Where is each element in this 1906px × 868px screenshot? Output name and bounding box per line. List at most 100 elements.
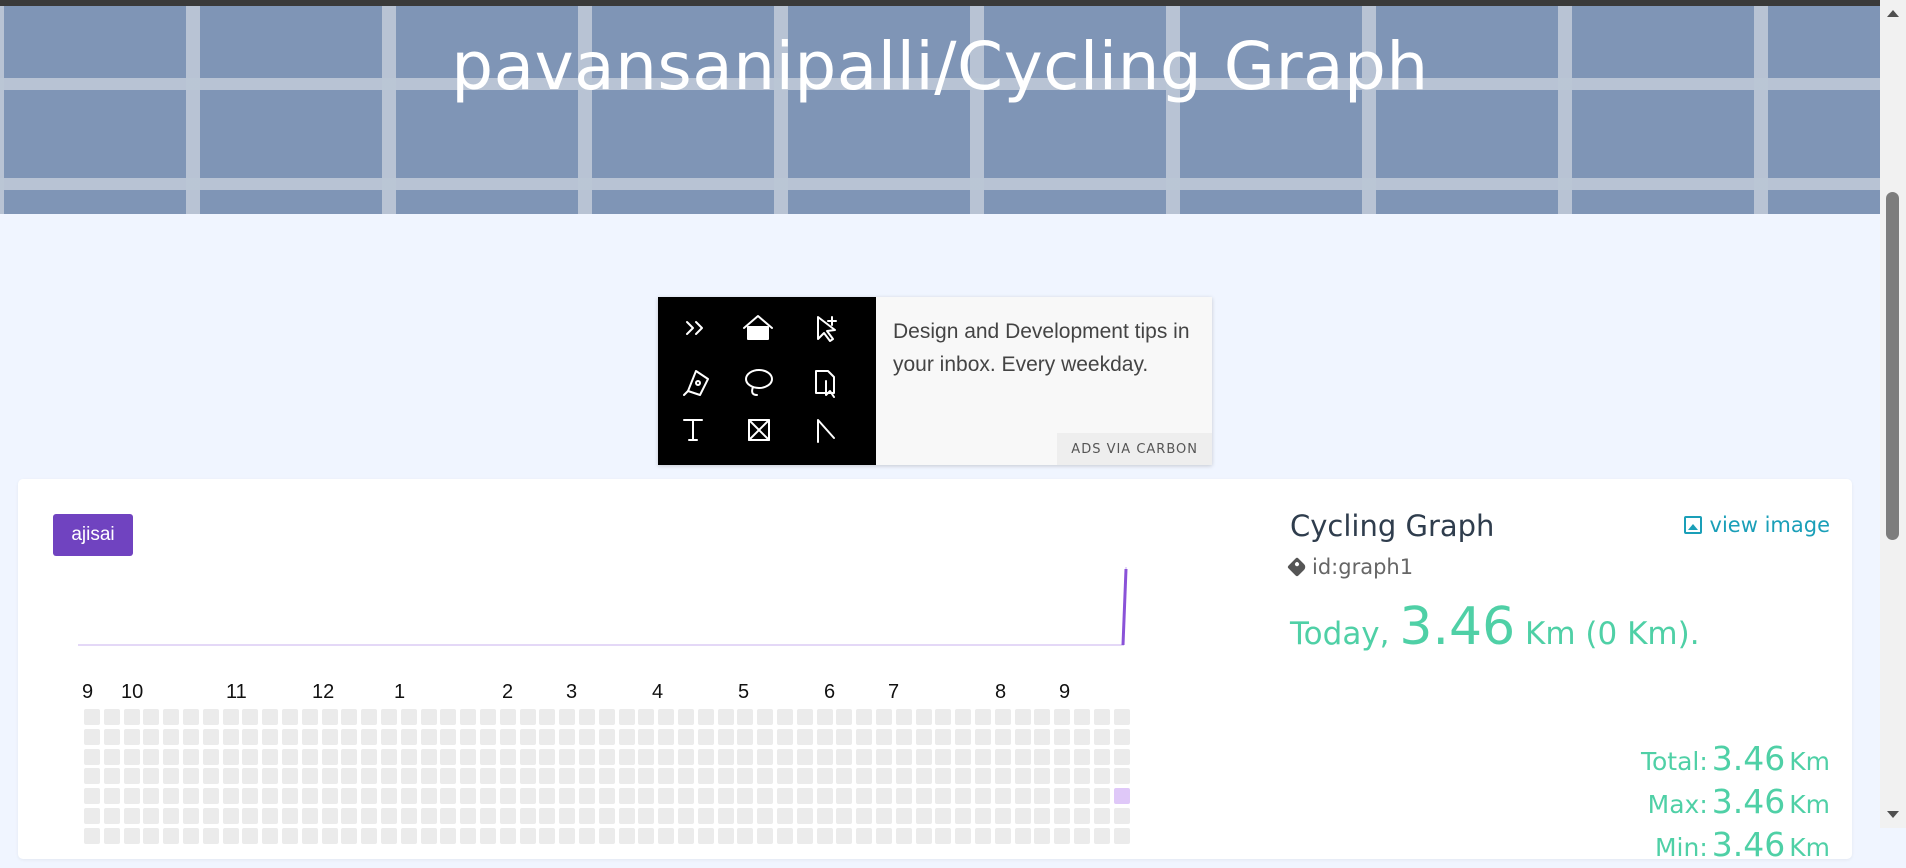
grid-cell[interactable] xyxy=(202,827,219,844)
grid-cell[interactable] xyxy=(460,768,477,785)
grid-cell[interactable] xyxy=(202,709,219,725)
grid-cell[interactable] xyxy=(757,768,774,785)
grid-cell[interactable] xyxy=(163,748,180,765)
grid-cell[interactable] xyxy=(717,808,734,824)
grid-cell[interactable] xyxy=(856,808,873,824)
grid-cell[interactable] xyxy=(638,808,655,824)
grid-cell[interactable] xyxy=(1093,808,1110,824)
grid-cell[interactable] xyxy=(618,808,635,824)
grid-cell[interactable] xyxy=(480,748,496,765)
grid-cell[interactable] xyxy=(816,808,833,824)
grid-cell[interactable] xyxy=(440,827,457,844)
grid-cell[interactable] xyxy=(202,788,219,805)
grid-cell[interactable] xyxy=(1074,827,1090,844)
grid-cell[interactable] xyxy=(559,808,576,824)
grid-cell[interactable] xyxy=(143,827,160,844)
grid-cell[interactable] xyxy=(975,748,991,765)
grid-cell[interactable] xyxy=(163,788,180,805)
grid-cell[interactable] xyxy=(697,827,714,844)
grid-cell[interactable] xyxy=(777,808,793,824)
grid-cell[interactable] xyxy=(975,788,991,805)
grid-cell[interactable] xyxy=(282,709,298,725)
grid-cell[interactable] xyxy=(757,709,774,725)
grid-cell[interactable] xyxy=(183,808,199,824)
grid-cell[interactable] xyxy=(440,748,457,765)
grid-cell[interactable] xyxy=(816,748,833,765)
grid-cell[interactable] xyxy=(678,748,694,765)
grid-cell[interactable] xyxy=(361,728,378,745)
grid-cell[interactable] xyxy=(737,808,754,824)
grid-cell[interactable] xyxy=(499,709,516,725)
grid-cell[interactable] xyxy=(994,827,1011,844)
grid-cell[interactable] xyxy=(1074,748,1090,765)
grid-cell[interactable] xyxy=(183,728,199,745)
grid-cell[interactable] xyxy=(282,827,298,844)
grid-cell[interactable] xyxy=(618,748,635,765)
grid-cell[interactable] xyxy=(301,808,318,824)
grid-cell[interactable] xyxy=(282,788,298,805)
grid-cell[interactable] xyxy=(975,768,991,785)
grid-cell[interactable] xyxy=(935,748,952,765)
grid-cell[interactable] xyxy=(895,827,912,844)
grid-cell[interactable] xyxy=(103,788,120,805)
grid-cell[interactable] xyxy=(579,709,595,725)
grid-cell[interactable] xyxy=(1034,728,1051,745)
grid-cell[interactable] xyxy=(876,808,892,824)
grid-cell[interactable] xyxy=(737,827,754,844)
grid-cell[interactable] xyxy=(1113,748,1130,765)
grid-cell[interactable] xyxy=(658,748,675,765)
ad-image[interactable] xyxy=(658,297,876,465)
scrollbar[interactable] xyxy=(1880,0,1906,828)
grid-cell[interactable] xyxy=(598,788,615,805)
grid-cell[interactable] xyxy=(84,808,100,824)
grid-cell[interactable] xyxy=(519,768,536,785)
grid-cell[interactable] xyxy=(361,808,378,824)
grid-cell[interactable] xyxy=(579,728,595,745)
grid-cell[interactable] xyxy=(1113,709,1130,725)
grid-cell[interactable] xyxy=(579,827,595,844)
grid-cell[interactable] xyxy=(658,827,675,844)
grid-cell[interactable] xyxy=(183,748,199,765)
grid-cell[interactable] xyxy=(1093,709,1110,725)
grid-cell[interactable] xyxy=(579,768,595,785)
grid-cell[interactable] xyxy=(697,808,714,824)
grid-cell[interactable] xyxy=(321,709,338,725)
grid-cell[interactable] xyxy=(381,788,397,805)
grid-cell[interactable] xyxy=(856,709,873,725)
grid-cell[interactable] xyxy=(222,788,239,805)
grid-cell[interactable] xyxy=(757,748,774,765)
grid-cell[interactable] xyxy=(559,728,576,745)
grid-cell[interactable] xyxy=(460,827,477,844)
grid-cell[interactable] xyxy=(836,768,853,785)
grid-cell[interactable] xyxy=(717,827,734,844)
grid-cell[interactable] xyxy=(598,827,615,844)
grid-cell[interactable] xyxy=(697,728,714,745)
grid-cell[interactable] xyxy=(1034,709,1051,725)
grid-cell[interactable] xyxy=(262,827,279,844)
grid-cell[interactable] xyxy=(202,808,219,824)
grid-cell[interactable] xyxy=(1074,808,1090,824)
grid-cell[interactable] xyxy=(1074,709,1090,725)
grid-cell[interactable] xyxy=(994,748,1011,765)
grid-cell[interactable] xyxy=(895,709,912,725)
grid-cell[interactable] xyxy=(777,748,793,765)
grid-cell[interactable] xyxy=(618,709,635,725)
grid-cell[interactable] xyxy=(697,788,714,805)
grid-cell[interactable] xyxy=(282,768,298,785)
grid-cell[interactable] xyxy=(975,728,991,745)
grid-cell[interactable] xyxy=(955,808,972,824)
grid-cell[interactable] xyxy=(1014,768,1031,785)
grid-cell[interactable] xyxy=(638,827,655,844)
grid-cell[interactable] xyxy=(955,768,972,785)
grid-cell[interactable] xyxy=(143,808,160,824)
grid-cell[interactable] xyxy=(519,709,536,725)
grid-cell[interactable] xyxy=(480,827,496,844)
grid-cell[interactable] xyxy=(480,788,496,805)
grid-cell[interactable] xyxy=(975,827,991,844)
grid-cell[interactable] xyxy=(420,808,437,824)
grid-cell[interactable] xyxy=(400,788,417,805)
grid-cell[interactable] xyxy=(480,768,496,785)
grid-cell[interactable] xyxy=(480,728,496,745)
grid-cell[interactable] xyxy=(123,808,140,824)
grid-cell[interactable] xyxy=(717,768,734,785)
